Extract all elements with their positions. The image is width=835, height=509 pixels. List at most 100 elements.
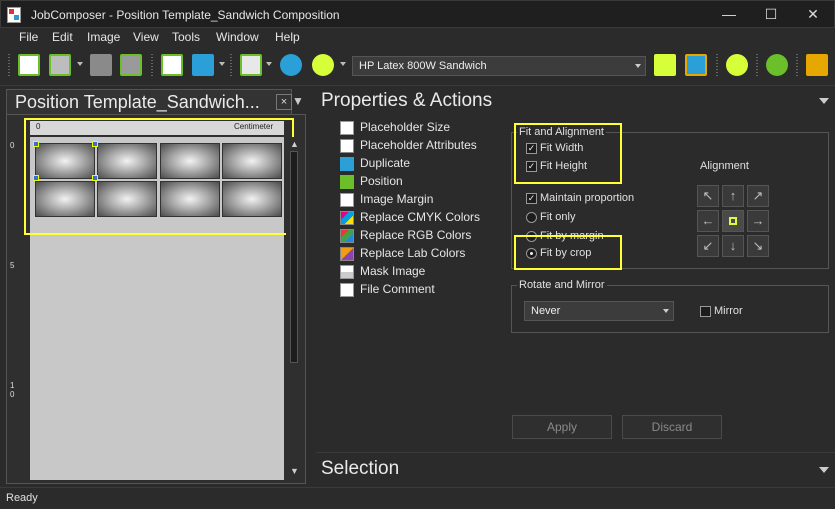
menu-edit[interactable]: Edit <box>52 30 73 44</box>
placeholder-size-icon <box>340 121 354 135</box>
chevron-down-icon[interactable] <box>819 98 829 104</box>
export-icon[interactable] <box>161 54 183 76</box>
window-title: JobComposer - Position Template_Sandwich… <box>31 8 340 22</box>
mask-image-icon <box>340 265 354 279</box>
action-label: Duplicate <box>360 156 411 170</box>
maintain-proportion-label: Maintain proportion <box>540 192 635 204</box>
zoom-icon[interactable] <box>312 54 334 76</box>
toolbar-separator <box>230 54 232 78</box>
alignment-label: Alignment <box>700 160 749 172</box>
close-button[interactable]: ✕ <box>792 1 834 27</box>
maximize-button[interactable]: ☐ <box>750 1 792 27</box>
scroll-down-icon[interactable]: ▼ <box>290 466 299 476</box>
toolbar-separator <box>716 54 718 78</box>
replace-lab-icon <box>340 247 354 261</box>
chevron-down-icon[interactable] <box>266 62 272 66</box>
highlight-box <box>514 235 622 270</box>
scrollbar-thumb[interactable] <box>290 151 298 363</box>
apply-button[interactable]: Apply <box>512 415 612 439</box>
align-top-left-icon[interactable]: ↖ <box>697 185 719 207</box>
mirror-checkbox[interactable] <box>700 306 711 317</box>
menu-window[interactable]: Window <box>216 30 259 44</box>
action-label: Replace CMYK Colors <box>360 210 481 224</box>
highlight-box <box>514 123 622 184</box>
action-label: File Comment <box>360 282 435 296</box>
action-label: Placeholder Size <box>360 120 451 134</box>
rotate-select[interactable]: Never <box>524 301 674 321</box>
status-text: Ready <box>6 492 38 504</box>
alignment-grid: ↖ ↑ ↗ ← → ↙ ↓ ↘ <box>697 183 769 260</box>
align-bottom-left-icon[interactable]: ↙ <box>697 235 719 257</box>
chevron-down-icon[interactable] <box>819 467 829 473</box>
file-comment-icon <box>340 283 354 297</box>
action-label: Replace Lab Colors <box>360 246 466 260</box>
align-bottom-right-icon[interactable]: ↘ <box>747 235 769 257</box>
chevron-down-icon <box>635 64 641 68</box>
document-tab[interactable]: Position Template_Sandwich... × <box>6 89 292 114</box>
menu-image[interactable]: Image <box>87 30 120 44</box>
toolbar-separator <box>796 54 798 78</box>
align-left-icon[interactable]: ← <box>697 210 719 232</box>
chevron-down-icon[interactable] <box>340 62 346 66</box>
selection-title: Selection <box>321 458 400 479</box>
add-icon[interactable] <box>18 54 40 76</box>
menu-view[interactable]: View <box>133 30 159 44</box>
zoom-fit-icon[interactable] <box>726 54 748 76</box>
toolbar-separator <box>8 54 10 78</box>
align-right-icon[interactable]: → <box>747 210 769 232</box>
toolbar-separator <box>756 54 758 78</box>
action-label: Placeholder Attributes <box>360 138 477 152</box>
scroll-up-icon[interactable]: ▲ <box>290 139 299 149</box>
toolbar-separator <box>151 54 153 78</box>
vertical-scrollbar[interactable]: ▲ ▼ <box>286 137 302 480</box>
align-top-right-icon[interactable]: ↗ <box>747 185 769 207</box>
panel-menu-arrow[interactable]: ▼ <box>292 94 304 108</box>
rotate-group-title: Rotate and Mirror <box>517 279 607 291</box>
duplicate-icon <box>340 157 354 171</box>
edit-icon[interactable] <box>120 54 142 76</box>
rotate-select-value: Never <box>531 305 561 317</box>
app-icon <box>7 7 21 23</box>
chevron-down-icon[interactable] <box>77 62 83 66</box>
device-select[interactable]: HP Latex 800W Sandwich <box>352 56 646 76</box>
action-label: Image Margin <box>360 192 434 206</box>
align-top-icon[interactable]: ↑ <box>722 185 744 207</box>
replace-rgb-icon <box>340 229 354 243</box>
selection-header[interactable]: Selection <box>316 452 835 482</box>
fit-icon[interactable] <box>654 54 676 76</box>
discard-button[interactable]: Discard <box>622 415 722 439</box>
ruler-v-label: 1 0 <box>10 381 15 399</box>
minimize-button[interactable]: — <box>708 1 750 27</box>
device-select-value: HP Latex 800W Sandwich <box>359 60 487 72</box>
action-label: Replace RGB Colors <box>360 228 472 242</box>
print-icon[interactable] <box>192 54 214 76</box>
status-bar: Ready <box>0 487 835 509</box>
placeholder-attributes-icon <box>340 139 354 153</box>
chevron-down-icon <box>663 309 669 313</box>
grid-icon[interactable] <box>240 54 262 76</box>
maintain-proportion-checkbox[interactable]: ✓ <box>526 193 537 204</box>
menu-help[interactable]: Help <box>275 30 300 44</box>
highlight-box <box>24 118 294 235</box>
ruler-v-label: 0 <box>10 141 15 150</box>
action-label: Position <box>360 174 403 188</box>
menu-bar: File Edit Image View Tools Window Help <box>0 28 835 46</box>
layout-icon[interactable] <box>806 54 828 76</box>
menu-file[interactable]: File <box>19 30 38 44</box>
printer-icon[interactable] <box>90 54 112 76</box>
mirror-label: Mirror <box>714 305 743 317</box>
fit-only-radio[interactable] <box>526 212 537 223</box>
properties-header[interactable]: Properties & Actions <box>316 86 835 116</box>
align-center-icon[interactable] <box>722 210 744 232</box>
settings-icon[interactable] <box>280 54 302 76</box>
toolbar: HP Latex 800W Sandwich <box>0 46 835 86</box>
align-bottom-icon[interactable]: ↓ <box>722 235 744 257</box>
action-label: Mask Image <box>360 264 426 278</box>
menu-tools[interactable]: Tools <box>172 30 200 44</box>
fit-only-label: Fit only <box>540 211 576 223</box>
zoom-in-icon[interactable] <box>766 54 788 76</box>
add-template-icon[interactable] <box>49 54 71 76</box>
gear-icon[interactable] <box>685 54 707 76</box>
chevron-down-icon[interactable] <box>219 62 225 66</box>
close-icon[interactable]: × <box>276 94 292 110</box>
